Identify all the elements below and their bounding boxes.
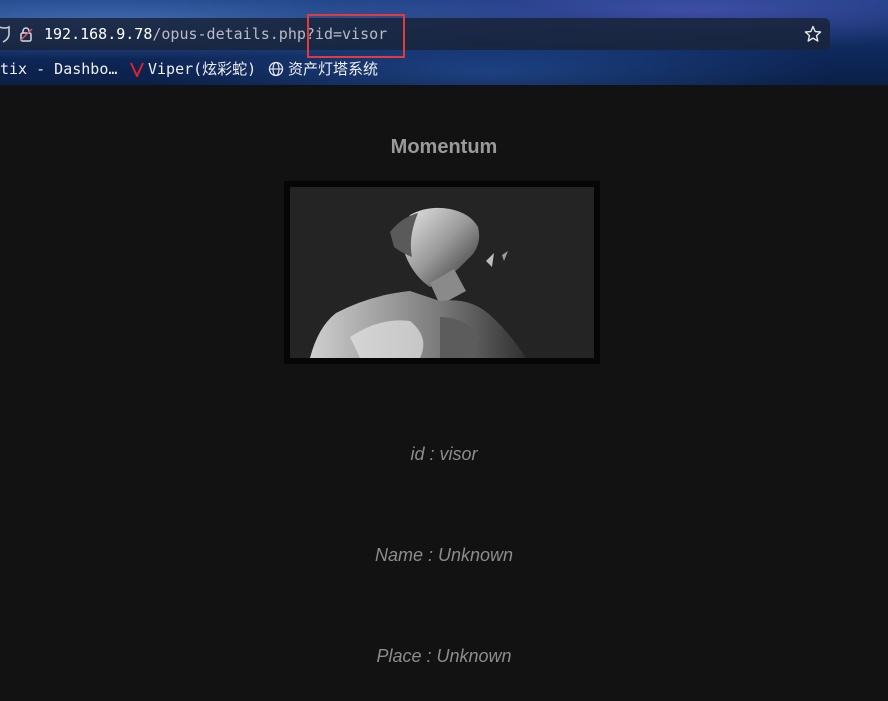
- browser-toolbar: 192.168.9.78/opus-details.php?id=visor t…: [0, 0, 888, 85]
- field-place: Place : Unknown: [376, 646, 512, 666]
- bookmark-star-icon[interactable]: [804, 25, 822, 43]
- url-host: 192.168.9.78: [44, 25, 153, 43]
- lock-icon[interactable]: [18, 26, 34, 42]
- shield-icon[interactable]: [0, 25, 11, 43]
- bookmark-label: tix - Dashbo…: [0, 60, 118, 78]
- field-id: id : visor: [410, 444, 478, 464]
- bookmark-label: Viper(炫彩蛇): [148, 60, 257, 78]
- statue-image: [290, 187, 594, 358]
- annotation-highlight-box: [307, 14, 405, 58]
- address-bar[interactable]: 192.168.9.78/opus-details.php?id=visor: [0, 18, 830, 50]
- opus-image: [284, 181, 600, 364]
- bookmark-item-asset-lighthouse[interactable]: 资产灯塔系统: [268, 58, 378, 80]
- bookmarks-bar: tix - Dashbo… Viper(炫彩蛇) 资产灯塔系统: [0, 58, 888, 80]
- globe-icon: [268, 61, 284, 77]
- bookmark-item-dashboard[interactable]: tix - Dashbo…: [0, 58, 117, 80]
- bookmark-label: 资产灯塔系统: [288, 60, 379, 78]
- page-title: Momentum: [390, 136, 498, 158]
- bookmark-item-viper[interactable]: Viper(炫彩蛇): [129, 58, 256, 80]
- viper-icon: [130, 62, 144, 77]
- field-name: Name : Unknown: [374, 545, 514, 565]
- statue-illustration: [310, 207, 526, 358]
